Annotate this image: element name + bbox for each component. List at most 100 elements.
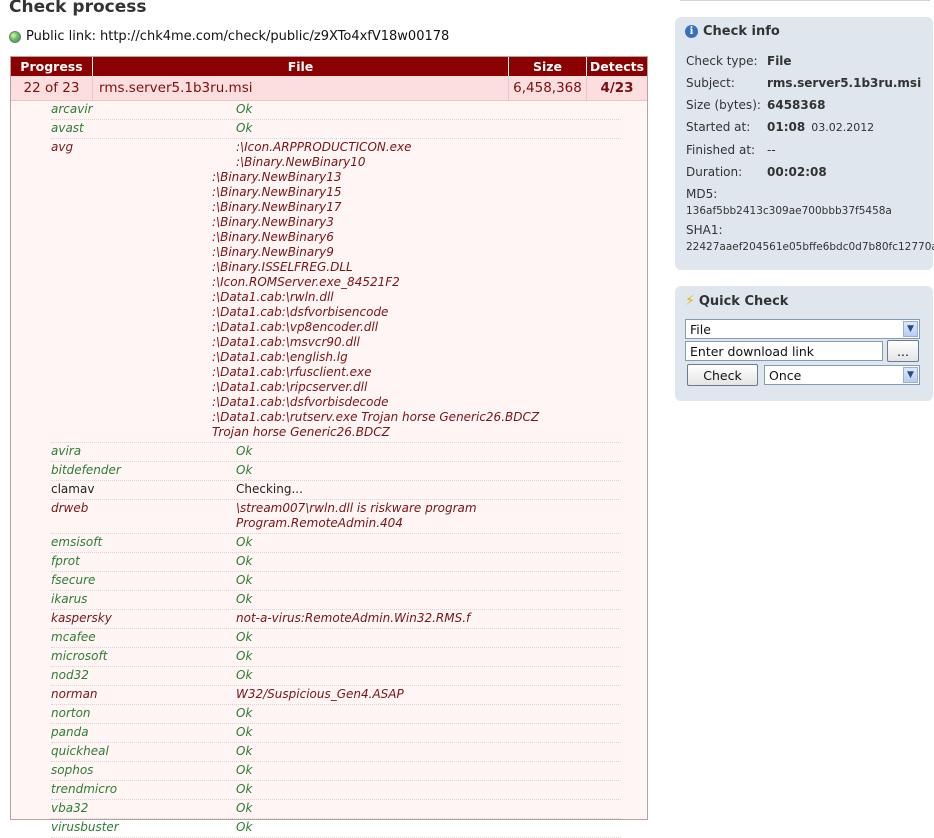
engine-result-line: not-a-virus:RemoteAdmin.Win32.RMS.f [236, 611, 471, 625]
check-type-label: Check type: [686, 54, 758, 68]
results-table: Progress File Size Detects 22 of 23 rms.… [10, 56, 648, 838]
engine-result-line: :\Binary.NewBinary6 [212, 230, 334, 244]
engine-result: Ok [236, 121, 621, 136]
check-type-value: File [767, 54, 792, 68]
engine-name: avg [51, 140, 74, 154]
page-title: Check process [9, 0, 147, 17]
check-type-select[interactable]: File ▼ [685, 319, 920, 339]
engine-name: bitdefender [51, 463, 121, 477]
engine-result-line: :\Data1.cab:\msvcr90.dll [212, 335, 360, 349]
engine-result-line: :\Binary.NewBinary15 [212, 185, 342, 199]
header-detects: Detects [589, 59, 645, 74]
engine-result: Ok [236, 801, 621, 816]
engine-result-line: :\Data1.cab:\dsfvorbisencode [212, 305, 389, 319]
engine-result-line: :\Icon.ROMServer.exe_84521F2 [212, 275, 400, 289]
engine-result: Ok [236, 463, 621, 478]
engine-result-line: Ok [236, 706, 253, 720]
engine-result-line: Ok [236, 763, 253, 777]
engine-results-list: arcavir Ok avast Ok avg:\Icon.ARPPRODUCTICON… [51, 101, 621, 838]
engine-result: Ok [236, 744, 621, 759]
engine-result-line: Ok [236, 649, 253, 663]
engine-row: panda Ok [51, 724, 621, 743]
engine-result-line: Ok [236, 801, 253, 815]
engine-result: Ok [236, 763, 621, 778]
check-type-select-value: File [690, 321, 711, 337]
check-button[interactable]: Check [687, 364, 758, 386]
info-duration: Duration: 00:02:08 [686, 165, 827, 179]
duration-value: 00:02:08 [767, 165, 827, 179]
engine-name: drweb [51, 501, 89, 515]
public-link: Public link: http://chk4me.com/check/pub… [9, 29, 449, 44]
engine-result-line: Ok [236, 121, 253, 135]
chevron-down-icon[interactable]: ▼ [903, 321, 918, 337]
engine-row: norman W32/Suspicious_Gen4.ASAP [51, 686, 621, 705]
sha1-label: SHA1: [686, 223, 723, 237]
check-info-panel: i Check info Check type: File Subject: r… [675, 17, 934, 270]
frequency-select[interactable]: Once ▼ [764, 365, 920, 385]
engine-result-line: Ok [236, 444, 253, 458]
engine-result: Ok [236, 554, 621, 569]
started-label: Started at: [686, 120, 751, 134]
globe-icon [9, 30, 21, 43]
engine-result-line: Ok [236, 630, 253, 644]
engine-result-line: :\Data1.cab:\rfusclient.exe [212, 365, 372, 379]
engine-result: Ok [236, 444, 621, 459]
engine-name: trendmicro [51, 782, 118, 796]
engine-result-line: Checking... [236, 482, 303, 496]
engine-row: norton Ok [51, 705, 621, 724]
info-subject: Subject: rms.server5.1b3ru.msi [686, 76, 921, 90]
engine-name: fprot [51, 554, 80, 568]
engine-result-line: Ok [236, 554, 253, 568]
summary-progress: 22 of 23 [11, 76, 93, 100]
engine-result-line: Ok [236, 725, 253, 739]
check-info-title-text: Check info [703, 24, 780, 39]
engine-name: kaspersky [51, 611, 112, 625]
engine-result: :\Icon.ARPPRODUCTICON.exe :\Binary.NewBin… [212, 140, 621, 440]
engine-result-line: Ok [236, 782, 253, 796]
md5-label: MD5: [686, 187, 718, 201]
info-started: Started at: 01:08 03.02.2012 [686, 120, 874, 134]
engine-row: emsisoft Ok [51, 534, 621, 553]
engine-result-line: W32/Suspicious_Gen4.ASAP [236, 687, 404, 701]
chevron-down-icon[interactable]: ▼ [903, 367, 918, 383]
engine-result: Ok [236, 535, 621, 550]
browse-button[interactable]: ... [887, 340, 919, 362]
engine-row: nod32 Ok [51, 667, 621, 686]
info-icon: i [685, 25, 698, 38]
engine-row: avast Ok [51, 120, 621, 139]
engine-result-line: :\Binary.NewBinary13 [212, 170, 342, 184]
engine-result: Checking... [236, 482, 621, 497]
size-label: Size (bytes): [686, 98, 761, 112]
summary-size: 6,458,368 [509, 76, 587, 100]
header-file: File [93, 57, 509, 76]
started-time: 01:08 [767, 120, 806, 134]
engine-result-line: :\Data1.cab:\dsfvorbisdecode [212, 395, 389, 409]
engine-row: microsoft Ok [51, 648, 621, 667]
md5-value: 136af5bb2413c309ae700bbb37f5458a [686, 205, 892, 217]
summary-file: rms.server5.1b3ru.msi [93, 76, 509, 100]
engine-name: avast [51, 121, 84, 135]
info-size: Size (bytes): 6458368 [686, 98, 825, 112]
engine-result-line: Ok [236, 463, 253, 477]
download-link-input[interactable] [685, 341, 883, 361]
engine-row: virusbuster Ok [51, 819, 621, 838]
engine-result-line: Ok [236, 592, 253, 606]
engine-result-line: Ok [236, 668, 253, 682]
quick-check-title-text: Quick Check [698, 293, 789, 309]
engine-result-line: Ok [236, 744, 253, 758]
public-link-url[interactable]: http://chk4me.com/check/public/z9XTo4xfV… [100, 29, 449, 44]
engine-result-line: Program.RemoteAdmin.404 [236, 516, 403, 530]
header-progress: Progress [11, 57, 93, 76]
started-date: 03.02.2012 [811, 120, 875, 134]
engine-name: mcafee [51, 630, 96, 644]
engine-row: trendmicro Ok [51, 781, 621, 800]
engine-row: bitdefender Ok [51, 462, 621, 481]
engine-result: Ok [236, 630, 621, 645]
summary-detects: 4/23 [600, 80, 634, 96]
engine-result: not-a-virus:RemoteAdmin.Win32.RMS.f [236, 611, 621, 626]
engine-result-line: :\Icon.ARPPRODUCTICON.exe [236, 140, 412, 154]
engine-name: ikarus [51, 592, 88, 606]
engine-name: sophos [51, 763, 94, 777]
engine-row: sophos Ok [51, 762, 621, 781]
engine-result-line: Ok [236, 573, 253, 587]
